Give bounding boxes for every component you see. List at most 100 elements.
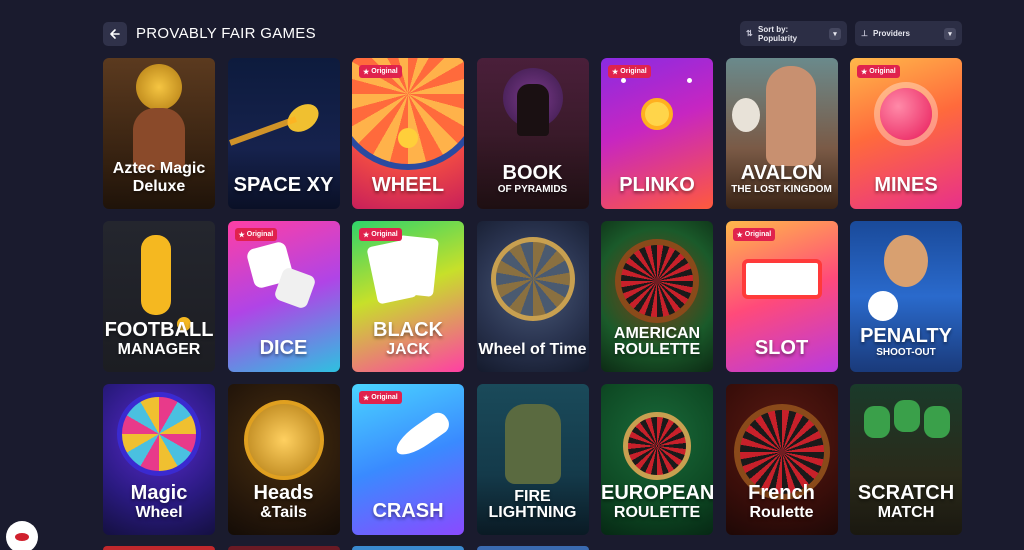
game-name: SPACE XY (233, 174, 334, 196)
game-title: BLACK JACK (352, 320, 464, 358)
game-title: French Roulette (726, 483, 838, 521)
star-icon: ★ (363, 231, 370, 239)
game-grid: Aztec Magic Deluxe SPACE XY ★ Original WHEEL B… (103, 58, 962, 535)
game-tile[interactable]: ★ Original CRASH (352, 384, 464, 535)
arrow-left-icon (110, 28, 120, 39)
game-title: PLINKO (601, 175, 713, 195)
provider-icon: ⊥ (861, 29, 868, 38)
game-title: CRASH (352, 501, 464, 521)
chat-button[interactable] (6, 521, 38, 550)
game-name: BOOK (502, 162, 563, 184)
badge-label: Original (371, 231, 398, 238)
game-title: AMERICAN ROULETTE (601, 326, 713, 358)
game-name: SLOT (754, 337, 809, 359)
game-title: FIRE LIGHTNING (477, 489, 589, 521)
game-title: BOOK OF PYRAMIDS (477, 163, 589, 195)
game-title: DICE (228, 338, 340, 358)
game-title: SCRATCH MATCH (850, 483, 962, 521)
original-badge: ★ Original (359, 65, 402, 78)
badge-label: Original (744, 231, 772, 238)
game-tile[interactable]: Aztec Magic Deluxe (103, 58, 215, 209)
game-tile[interactable]: SPACE XY (227, 58, 340, 209)
star-icon: ★ (612, 68, 619, 76)
game-title: SPACE XY (228, 175, 340, 195)
game-tile-partial[interactable] (227, 546, 340, 550)
game-name: AVALON (740, 162, 823, 184)
game-title: PENALTY SHOOT-OUT (850, 326, 962, 358)
game-tile[interactable]: Wheel of Time (476, 221, 589, 372)
game-tile[interactable]: ★ Original PLINKO (601, 58, 713, 209)
game-tile[interactable]: SCRATCH MATCH (850, 384, 962, 535)
next-row-partial (103, 546, 589, 550)
game-tile-partial[interactable] (476, 546, 589, 550)
chat-icon (15, 533, 29, 541)
game-name: Wheel of Time (478, 341, 587, 358)
game-name: French (748, 482, 815, 504)
game-title: MINES (850, 175, 962, 195)
game-tile[interactable]: PENALTY SHOOT-OUT (850, 221, 962, 372)
page-title: PROVABLY FAIR GAMES (136, 25, 316, 42)
original-badge: ★ Original (359, 228, 402, 241)
star-icon: ★ (238, 231, 245, 239)
sort-dropdown[interactable]: ⇅ Sort by: Popularity ▾ (740, 21, 847, 46)
game-tile[interactable]: AMERICAN ROULETTE (601, 221, 713, 372)
game-title: Magic Wheel (103, 483, 215, 521)
game-tile[interactable]: AVALON THE LOST KINGDOM (725, 58, 838, 209)
badge-label: Original (620, 68, 647, 75)
header-controls: ⇅ Sort by: Popularity ▾ ⊥ Providers ▾ (740, 21, 962, 46)
sort-icon: ⇅ (746, 29, 753, 38)
game-title: Wheel of Time (477, 342, 589, 358)
game-title: EUROPEAN ROULETTE (601, 483, 713, 521)
game-subtitle: THE LOST KINGDOM (731, 184, 832, 195)
game-subtitle: JACK (386, 341, 430, 358)
game-name: BLACK (373, 319, 443, 341)
game-subtitle: SHOOT-OUT (876, 347, 936, 358)
game-name: WHEEL (371, 174, 445, 196)
game-title: SLOT (726, 338, 838, 358)
game-tile[interactable]: ★ Original WHEEL (352, 58, 464, 209)
game-tile[interactable]: ★ Original BLACK JACK (352, 221, 464, 372)
original-badge: ★ Original (359, 391, 402, 404)
original-badge: ★ Original (608, 65, 651, 78)
game-subtitle: MATCH (877, 504, 935, 521)
game-subtitle: Roulette (749, 504, 814, 521)
game-subtitle: OF PYRAMIDS (497, 184, 568, 195)
game-title: Heads &Tails (228, 483, 340, 521)
game-name: Aztec Magic (112, 160, 206, 177)
game-tile[interactable]: Heads &Tails (227, 384, 340, 535)
original-badge: ★ Original (732, 228, 776, 241)
game-tile[interactable]: French Roulette (725, 384, 838, 535)
game-name: SCRATCH (857, 482, 955, 504)
chevron-down-icon: ▾ (829, 27, 841, 40)
game-tile-partial[interactable] (103, 546, 215, 550)
game-tile-partial[interactable] (352, 546, 464, 550)
game-tile[interactable]: FIRE LIGHTNING (476, 384, 589, 535)
game-tile[interactable]: BOOK OF PYRAMIDS (476, 58, 589, 209)
game-tile[interactable]: Magic Wheel (103, 384, 215, 535)
game-name: PLINKO (619, 174, 695, 196)
badge-label: Original (246, 231, 274, 238)
game-subtitle: MANAGER (117, 341, 201, 358)
game-tile[interactable]: FOOTBALL MANAGER (103, 221, 215, 372)
badge-label: Original (371, 394, 398, 401)
game-title: AVALON THE LOST KINGDOM (726, 163, 838, 195)
game-subtitle: &Tails (260, 504, 307, 521)
back-button[interactable] (103, 21, 127, 46)
game-tile[interactable]: EUROPEAN ROULETTE (601, 384, 713, 535)
chevron-down-icon: ▾ (944, 27, 956, 40)
game-tile[interactable]: ★ Original SLOT (725, 221, 838, 372)
game-title: WHEEL (352, 175, 464, 195)
badge-label: Original (371, 68, 398, 75)
star-icon: ★ (363, 394, 370, 402)
game-name: FIRE LIGHTNING (488, 488, 577, 521)
sort-label: Sort by: Popularity (758, 24, 798, 43)
providers-dropdown[interactable]: ⊥ Providers ▾ (855, 21, 962, 46)
game-tile[interactable]: ★ Original MINES (850, 58, 962, 209)
game-name: Heads (253, 482, 314, 504)
game-subtitle: ROULETTE (613, 504, 701, 521)
game-name: CRASH (372, 500, 444, 522)
original-badge: ★ Original (234, 228, 278, 241)
game-title: Aztec Magic Deluxe (103, 161, 215, 195)
star-icon: ★ (363, 68, 370, 76)
game-tile[interactable]: ★ Original DICE (227, 221, 340, 372)
